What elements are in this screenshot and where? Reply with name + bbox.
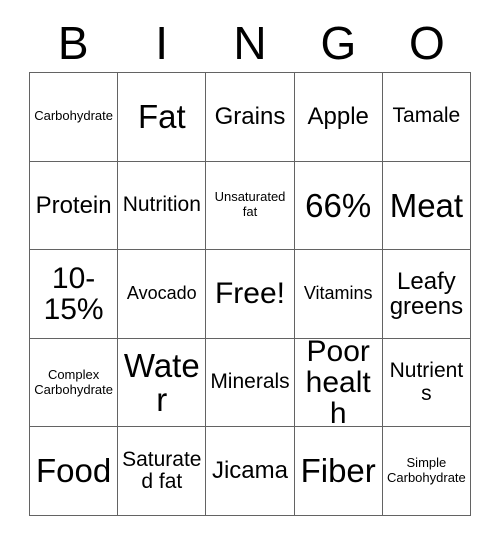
bingo-cell-label: Apple [307, 103, 369, 131]
header-letter-g: G [320, 17, 357, 69]
bingo-cell-i4[interactable]: Water [118, 338, 207, 428]
bingo-cell-label: Avocado [126, 283, 197, 304]
bingo-cell-b2[interactable]: Protein [30, 161, 119, 251]
bingo-cell-b3[interactable]: 10-15% [30, 250, 119, 339]
bingo-cell-label: Fiber [300, 452, 376, 490]
bingo-cell-label: Food [35, 452, 112, 490]
bingo-card: B I N G O Carbohydrate Fat Grains Apple … [0, 0, 500, 544]
bingo-cell-label: Poor health [305, 338, 371, 428]
bingo-cell-g3[interactable]: Vitamins [294, 250, 383, 339]
bingo-cell-label: Saturated fat [122, 447, 202, 494]
bingo-cell-i1[interactable]: Fat [118, 73, 207, 162]
bingo-cell-label: Vitamins [303, 283, 373, 304]
header-letter-o: O [408, 17, 445, 69]
bingo-cell-label: Tamale [392, 104, 461, 128]
bingo-grid: Carbohydrate Fat Grains Apple Tamale Pro… [29, 72, 471, 516]
bingo-cell-b1[interactable]: Carbohydrate [30, 73, 119, 162]
bingo-cell-label: 66% [305, 186, 372, 224]
bingo-cell-o4[interactable]: Nutrients [382, 338, 471, 428]
bingo-cell-label: Nutrients [389, 358, 464, 405]
bingo-cell-g5[interactable]: Fiber [294, 427, 383, 516]
bingo-cell-o3[interactable]: Leafy greens [382, 250, 471, 339]
bingo-cell-n2[interactable]: Unsaturated fat [206, 161, 295, 251]
bingo-cell-label: Simple Carbohydrate [387, 455, 466, 486]
header-letter-i: I [155, 17, 168, 69]
bingo-cell-o5[interactable]: Simple Carbohydrate [382, 427, 471, 516]
bingo-cell-g1[interactable]: Apple [294, 73, 383, 162]
bingo-cell-g2[interactable]: 66% [294, 161, 383, 251]
bingo-cell-label: 10-15% [43, 261, 104, 326]
bingo-cell-i3[interactable]: Avocado [118, 250, 207, 339]
bingo-cell-label: Grains [214, 103, 286, 131]
bingo-cell-label: Unsaturated fat [214, 189, 286, 220]
bingo-cell-b5[interactable]: Food [30, 427, 119, 516]
bingo-cell-label: Meat [389, 186, 464, 224]
bingo-header-row: B I N G O [29, 14, 471, 72]
header-letter-n: N [233, 17, 267, 69]
bingo-cell-label: Fat [137, 97, 186, 135]
bingo-cell-label: Complex Carbohydrate [34, 366, 113, 397]
bingo-cell-b4[interactable]: Complex Carbohydrate [30, 338, 119, 428]
bingo-cell-label: Free! [214, 277, 285, 311]
bingo-cell-n4[interactable]: Minerals [206, 338, 295, 428]
bingo-cell-label: Water [123, 346, 200, 418]
bingo-cell-i5[interactable]: Saturated fat [118, 427, 207, 516]
bingo-cell-free-space[interactable]: Free! [206, 250, 295, 339]
bingo-cell-label: Nutrition [122, 193, 201, 217]
bingo-cell-n5[interactable]: Jicama [206, 427, 295, 516]
bingo-cell-label: Minerals [210, 370, 290, 394]
bingo-cell-g4[interactable]: Poor health [294, 338, 383, 428]
bingo-cell-o2[interactable]: Meat [382, 161, 471, 251]
bingo-cell-label: Leafy greens [389, 267, 464, 320]
bingo-cell-label: Jicama [211, 457, 288, 485]
bingo-cell-n1[interactable]: Grains [206, 73, 295, 162]
bingo-cell-label: Protein [35, 191, 112, 219]
bingo-cell-label: Carbohydrate [34, 108, 113, 124]
header-letter-b: B [57, 17, 89, 69]
bingo-cell-o1[interactable]: Tamale [382, 73, 471, 162]
bingo-cell-i2[interactable]: Nutrition [118, 161, 207, 251]
